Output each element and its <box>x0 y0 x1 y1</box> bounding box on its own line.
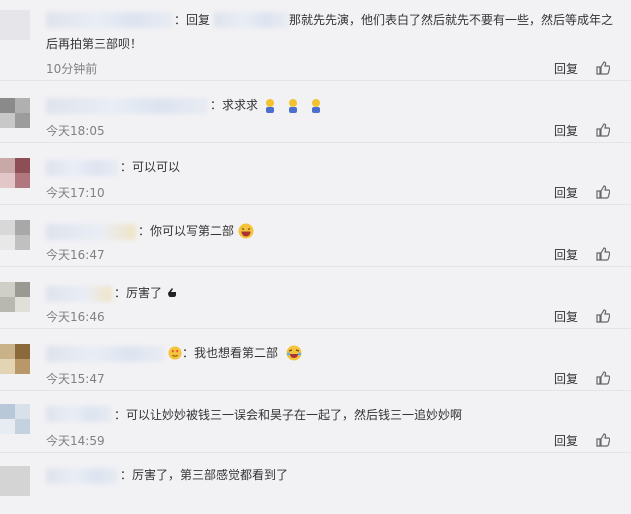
timestamp: 今天17:10 <box>46 186 105 200</box>
comment-item: ：厉害了 今天16:46 回复 <box>0 266 631 329</box>
comment-text: ：可以让妙妙被钱三一误会和昊子在一起了，然后钱三一追妙妙啊 <box>114 408 463 422</box>
comment-text: ：求求求 <box>210 98 259 112</box>
thumbs-up-icon[interactable] <box>596 123 610 137</box>
reply-button[interactable]: 回复 <box>554 370 578 387</box>
timestamp: 今天16:46 <box>46 310 105 324</box>
comment-text: ：回复 <box>174 13 211 27</box>
reply-button[interactable]: 回复 <box>554 184 578 201</box>
comment-text: ：可以可以 <box>120 160 181 174</box>
timestamp: 今天15:47 <box>46 372 105 386</box>
heart-eyes-icon <box>168 346 182 360</box>
comment-item: ：求求求 今天18:05 回复 <box>0 80 631 143</box>
avatar[interactable] <box>0 344 30 374</box>
comment-text: ：我也想看第二部 <box>182 346 279 360</box>
username-blurred[interactable] <box>46 12 172 28</box>
username-blurred[interactable] <box>46 160 118 176</box>
comment-item: ：你可以写第二部 今天16:47 回复 <box>0 204 631 267</box>
username-blurred[interactable] <box>46 346 164 362</box>
laugh-cry-icon <box>286 345 302 361</box>
avatar[interactable] <box>0 220 30 250</box>
timestamp: 10分钟前 <box>46 62 98 76</box>
comment-text: ：厉害了 <box>114 286 163 300</box>
comment-text-line2: 后再拍第三部呗！ <box>46 37 143 51</box>
reply-button[interactable]: 回复 <box>554 432 578 449</box>
comment-text-continued: 那就先先演，他们表白了然后就先不要有一些，然后等成年之 <box>289 13 614 27</box>
comment-item: ：回复 那就先先演，他们表白了然后就先不要有一些，然后等成年之 后再拍第三部呗！… <box>0 0 631 81</box>
laughing-face-icon <box>238 223 254 239</box>
thumbs-up-icon[interactable] <box>596 247 610 261</box>
avatar[interactable] <box>0 466 30 496</box>
comment-item: ：我也想看第二部 今天15:47 回复 <box>0 328 631 391</box>
thumbs-up-icon[interactable] <box>596 433 610 447</box>
comment-item: ：厉害了，第三部感觉都看到了 <box>0 452 631 514</box>
comment-item: ：可以让妙妙被钱三一误会和昊子在一起了，然后钱三一追妙妙啊 今天14:59 回复 <box>0 390 631 453</box>
comment-item: ：可以可以 今天17:10 回复 <box>0 142 631 205</box>
thumbs-up-icon[interactable] <box>596 61 610 75</box>
reply-button[interactable]: 回复 <box>554 122 578 139</box>
reply-button[interactable]: 回复 <box>554 308 578 325</box>
reply-button[interactable]: 回复 <box>554 60 578 77</box>
username-blurred[interactable] <box>46 406 112 422</box>
avatar[interactable] <box>0 158 30 188</box>
thumbs-up-icon[interactable] <box>596 185 610 199</box>
reply-button[interactable]: 回复 <box>554 246 578 263</box>
avatar[interactable] <box>0 98 30 128</box>
comment-text: ：厉害了，第三部感觉都看到了 <box>120 468 289 482</box>
yellow-figure-icon <box>260 96 324 115</box>
comment-text: ：你可以写第二部 <box>138 224 235 238</box>
avatar[interactable] <box>0 404 30 434</box>
timestamp: 今天14:59 <box>46 434 105 448</box>
avatar[interactable] <box>0 10 30 40</box>
timestamp: 今天18:05 <box>46 124 105 138</box>
hand-icon <box>168 288 176 297</box>
username-blurred[interactable] <box>46 468 118 484</box>
username-blurred[interactable] <box>46 224 136 240</box>
avatar[interactable] <box>0 282 30 312</box>
username-blurred[interactable] <box>46 286 112 302</box>
timestamp: 今天16:47 <box>46 248 105 262</box>
thumbs-up-icon[interactable] <box>596 309 610 323</box>
username-blurred[interactable] <box>46 98 208 114</box>
thumbs-up-icon[interactable] <box>596 371 610 385</box>
mention-blurred[interactable] <box>214 12 288 28</box>
